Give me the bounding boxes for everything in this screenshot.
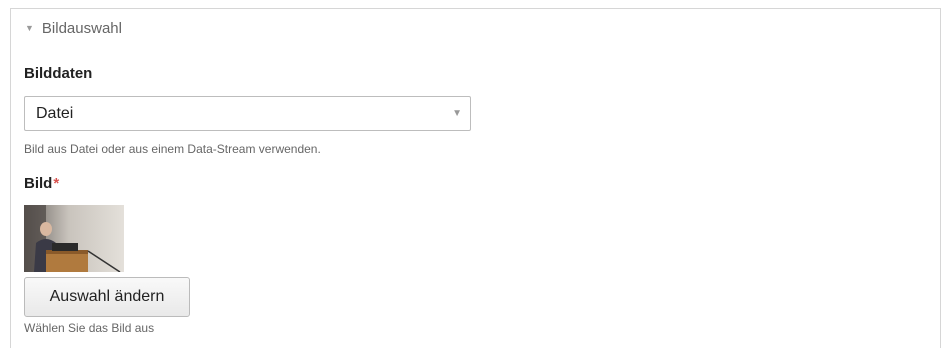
image-label: Bild* [24, 175, 59, 192]
change-selection-button[interactable]: Auswahl ändern [24, 277, 190, 317]
fieldset-panel: ▼ Bildauswahl Bilddaten Datei ▼ Bild aus… [10, 8, 941, 348]
required-marker: * [53, 175, 60, 192]
triangle-down-icon: ▼ [25, 23, 34, 33]
image-data-help: Bild aus Datei oder aus einem Data-Strea… [24, 142, 321, 156]
triangle-down-icon: ▼ [452, 108, 462, 119]
image-data-select-value: Datei [36, 104, 74, 122]
fieldset-toggle[interactable]: ▼ Bildauswahl [25, 20, 122, 37]
image-data-select[interactable]: Datei ▼ [24, 96, 471, 131]
image-thumbnail[interactable] [24, 205, 124, 272]
image-data-label: Bilddaten [24, 65, 93, 82]
fieldset-title: Bildauswahl [41, 20, 122, 37]
image-label-text: Bild [24, 175, 53, 192]
speaker-photo-icon [24, 205, 124, 272]
image-help: Wählen Sie das Bild aus [24, 321, 155, 335]
